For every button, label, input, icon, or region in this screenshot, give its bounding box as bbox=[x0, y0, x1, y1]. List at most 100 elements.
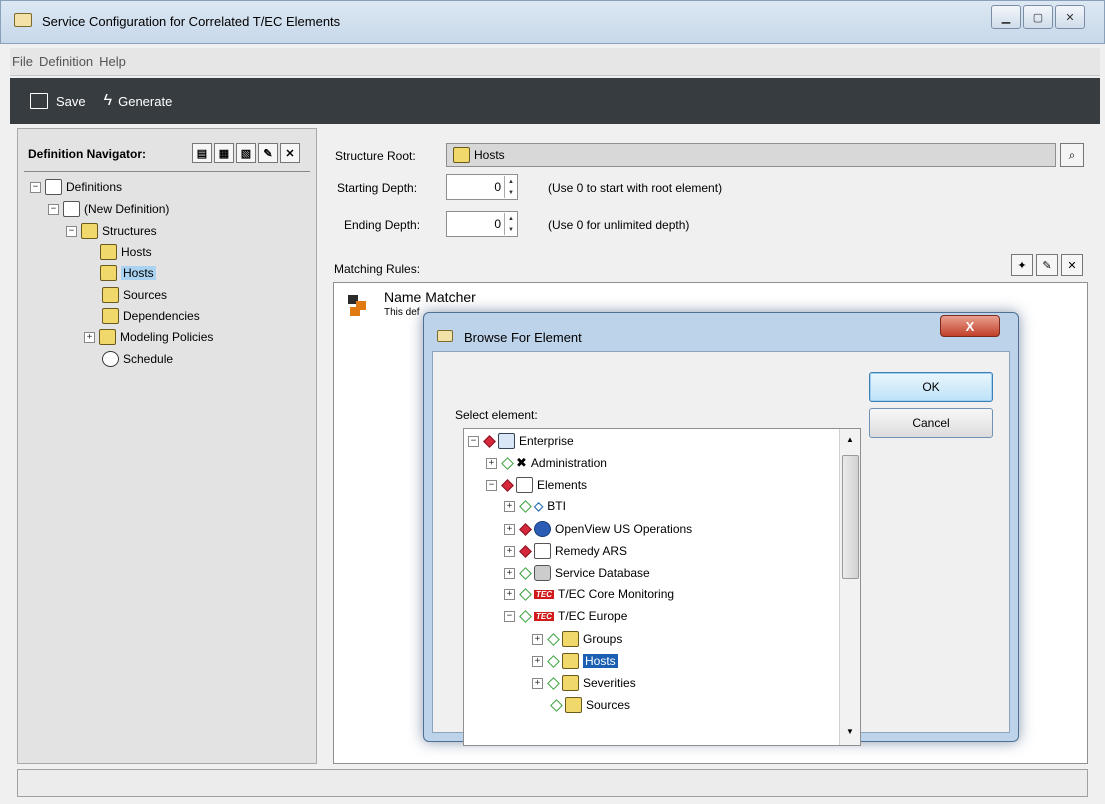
close-button[interactable]: X bbox=[940, 315, 1000, 337]
tree-node-service-database[interactable]: + Service Database bbox=[504, 565, 650, 581]
tree-label: Definitions bbox=[66, 180, 123, 194]
save-button[interactable]: Save bbox=[30, 93, 86, 109]
collapse-icon[interactable]: − bbox=[504, 610, 515, 622]
tree-node-administration[interactable]: + ✖ Administration bbox=[486, 455, 607, 471]
tree-node-enterprise[interactable]: − Enterprise bbox=[468, 433, 574, 449]
tree-node-elements[interactable]: − Elements bbox=[486, 477, 587, 493]
minimize-icon[interactable]: ▁ bbox=[991, 5, 1021, 29]
tree-label: (New Definition) bbox=[84, 202, 170, 216]
status-diamond-icon bbox=[519, 499, 532, 513]
generate-label: Generate bbox=[118, 93, 173, 109]
close-icon[interactable]: ✕ bbox=[1055, 5, 1085, 29]
tree-node-severities[interactable]: + Severities bbox=[532, 675, 636, 691]
tree-node-hosts-dialog[interactable]: + Hosts bbox=[532, 653, 618, 669]
status-diamond-icon bbox=[547, 654, 560, 668]
starting-depth-spinner[interactable]: 0 ▲ ▼ bbox=[446, 174, 518, 200]
generate-button[interactable]: ϟ Generate bbox=[104, 92, 173, 110]
folder-icon bbox=[453, 147, 470, 163]
status-diamond-icon bbox=[547, 676, 560, 690]
expand-icon[interactable]: + bbox=[504, 545, 515, 557]
tree-node-new-definition[interactable]: − (New Definition) bbox=[48, 201, 169, 217]
folder-icon bbox=[565, 697, 582, 713]
cancel-button[interactable]: Cancel bbox=[869, 408, 993, 438]
status-diamond-icon bbox=[547, 632, 560, 646]
scroll-down-icon[interactable]: ▼ bbox=[846, 727, 854, 736]
tree-node-bti[interactable]: + ◇ BTI bbox=[504, 499, 566, 513]
vertical-scrollbar[interactable]: ▲ ▼ bbox=[839, 429, 860, 745]
tools-icon: ✖ bbox=[516, 455, 527, 470]
matching-rules-label: Matching Rules: bbox=[334, 262, 421, 276]
structure-root-field[interactable]: Hosts bbox=[446, 143, 1056, 167]
tree-node-definitions[interactable]: − Definitions bbox=[30, 179, 122, 195]
ok-label: OK bbox=[922, 380, 940, 394]
tree-node-structures[interactable]: − Structures bbox=[66, 223, 157, 239]
expand-icon[interactable]: + bbox=[504, 567, 515, 579]
tree-node-remedy[interactable]: + Remedy ARS bbox=[504, 543, 627, 559]
tree-node-modeling-policies[interactable]: + Modeling Policies bbox=[84, 329, 213, 345]
edit-icon[interactable]: ✎ bbox=[258, 143, 278, 163]
tree-node-hosts-selected[interactable]: Hosts bbox=[100, 265, 156, 281]
navigator-tools: ▤ ▦ ▧ ✎ ✕ bbox=[190, 143, 300, 163]
tree-label: Hosts bbox=[121, 266, 156, 280]
collapse-icon[interactable]: − bbox=[66, 225, 77, 237]
maximize-icon[interactable]: ▢ bbox=[1023, 5, 1053, 29]
policies-icon bbox=[99, 329, 116, 345]
element-tree[interactable]: − Enterprise + ✖ Administration − Elements +… bbox=[463, 428, 861, 746]
status-diamond-icon bbox=[483, 434, 496, 448]
edit-rule-icon[interactable]: ✎ bbox=[1036, 254, 1058, 276]
spinner-arrows-icon[interactable]: ▲ ▼ bbox=[504, 176, 517, 198]
structures-icon bbox=[81, 223, 98, 239]
expand-icon[interactable]: + bbox=[486, 457, 497, 469]
folder-icon bbox=[562, 675, 579, 691]
add-rule-icon[interactable]: ✦ bbox=[1011, 254, 1033, 276]
tree-node-dependencies[interactable]: Dependencies bbox=[102, 308, 200, 324]
menu-file[interactable]: File bbox=[12, 54, 33, 69]
ending-depth-hint: (Use 0 for unlimited depth) bbox=[548, 218, 690, 232]
definition-navigator: Definition Navigator: ▤ ▦ ▧ ✎ ✕ − Definit… bbox=[17, 128, 317, 764]
status-diamond-icon bbox=[519, 544, 532, 558]
dependencies-icon bbox=[102, 308, 119, 324]
folder-icon bbox=[562, 631, 579, 647]
scroll-up-icon[interactable]: ▲ bbox=[846, 435, 854, 444]
collapse-icon[interactable]: − bbox=[486, 479, 497, 491]
new-source-icon[interactable]: ▧ bbox=[236, 143, 256, 163]
collapse-icon[interactable]: − bbox=[48, 203, 59, 215]
folder-icon bbox=[562, 653, 579, 669]
ok-button[interactable]: OK bbox=[869, 372, 993, 402]
new-definition-icon[interactable]: ▤ bbox=[192, 143, 212, 163]
scroll-thumb[interactable] bbox=[842, 455, 859, 579]
delete-icon[interactable]: ✕ bbox=[280, 143, 300, 163]
tree-node-sources[interactable]: Sources bbox=[102, 287, 167, 303]
expand-icon[interactable]: + bbox=[504, 523, 515, 535]
tree-node-sources-dialog[interactable]: Sources bbox=[550, 697, 630, 713]
tree-node-tec-core[interactable]: + TEC T/EC Core Monitoring bbox=[504, 587, 674, 601]
new-structure-icon[interactable]: ▦ bbox=[214, 143, 234, 163]
menu-definition[interactable]: Definition bbox=[39, 54, 93, 69]
tree-node-openview[interactable]: + OpenView US Operations bbox=[504, 521, 692, 537]
menu-help[interactable]: Help bbox=[99, 54, 126, 69]
collapse-icon[interactable]: − bbox=[468, 435, 479, 447]
expand-icon[interactable]: + bbox=[504, 500, 515, 512]
folder-icon bbox=[14, 13, 32, 27]
delete-rule-icon[interactable]: ✕ bbox=[1061, 254, 1083, 276]
expand-icon[interactable]: + bbox=[532, 633, 543, 645]
ending-depth-spinner[interactable]: 0 ▲ ▼ bbox=[446, 211, 518, 237]
collapse-icon[interactable]: − bbox=[30, 181, 41, 193]
expand-icon[interactable]: + bbox=[84, 331, 95, 343]
rule-name[interactable]: Name Matcher bbox=[384, 289, 476, 305]
tree-label-selected: Hosts bbox=[583, 654, 618, 668]
tree-node-tec-europe[interactable]: − TEC T/EC Europe bbox=[504, 609, 627, 623]
tree-label: Elements bbox=[537, 478, 588, 492]
tree-node-hosts[interactable]: Hosts bbox=[100, 244, 152, 260]
spinner-arrows-icon[interactable]: ▲ ▼ bbox=[504, 213, 517, 235]
binoculars-icon[interactable]: ⌕ bbox=[1060, 143, 1084, 167]
tree-label: T/EC Core Monitoring bbox=[558, 587, 675, 601]
tree-node-schedule[interactable]: Schedule bbox=[102, 351, 173, 367]
tree-label: OpenView US Operations bbox=[555, 522, 693, 536]
expand-icon[interactable]: + bbox=[532, 655, 543, 667]
tree-label: Sources bbox=[123, 288, 168, 302]
tree-node-groups[interactable]: + Groups bbox=[532, 631, 622, 647]
starting-depth-hint: (Use 0 to start with root element) bbox=[548, 181, 723, 195]
expand-icon[interactable]: + bbox=[532, 677, 543, 689]
expand-icon[interactable]: + bbox=[504, 588, 515, 600]
